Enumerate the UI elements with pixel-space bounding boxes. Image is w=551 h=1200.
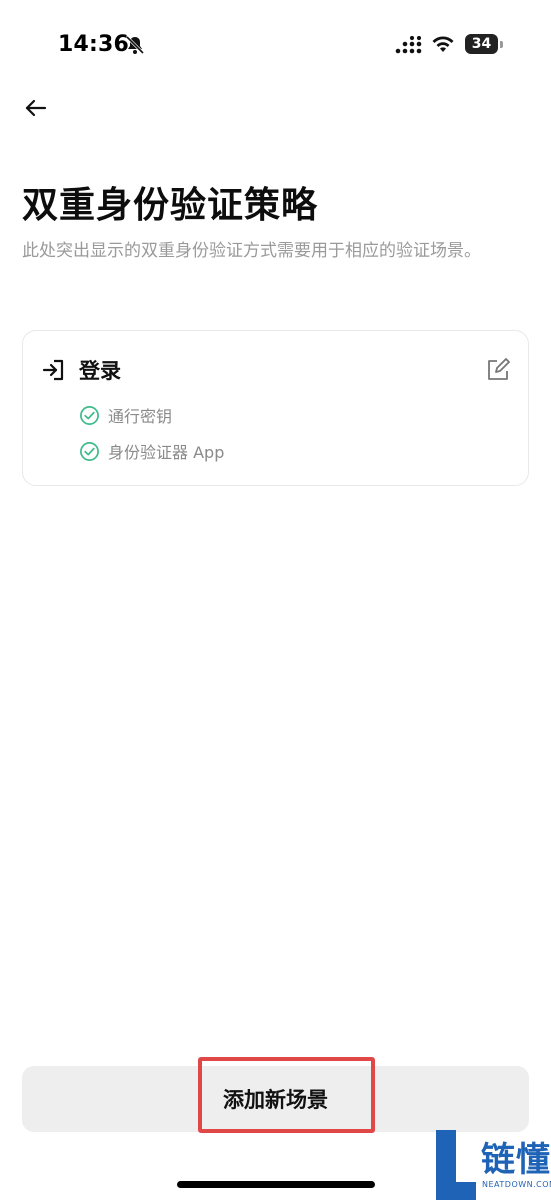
- check-circle-icon: [80, 441, 99, 461]
- page-title: 双重身份验证策略: [22, 185, 319, 226]
- bell-muted-icon: [125, 35, 145, 55]
- add-scenario-label: 添加新场景: [223, 1089, 328, 1112]
- scenario-card-login: 登录 通行密钥 身份验证器 App: [22, 330, 529, 486]
- method-item-passkey: 通行密钥: [79, 403, 172, 427]
- wifi-icon: [432, 36, 454, 52]
- status-time: 14:36: [58, 32, 130, 57]
- method-item-authenticator: 身份验证器 App: [79, 439, 224, 463]
- watermark-text: 链懂: [481, 1140, 551, 1180]
- arrow-left-icon: [25, 99, 47, 117]
- watermark-foot: [436, 1182, 476, 1200]
- scenario-title: 登录: [79, 359, 121, 383]
- back-button[interactable]: [20, 92, 52, 124]
- add-scenario-button[interactable]: 添加新场景: [22, 1066, 529, 1132]
- method-label: 身份验证器 App: [108, 443, 225, 462]
- signal-icon: [395, 36, 422, 54]
- screen: 14:36 34 双重身份验证策略 此处突出显示的双重身份验证方式需要用于相应的…: [0, 0, 551, 1200]
- edit-icon[interactable]: [485, 357, 511, 383]
- watermark-logo: 链懂 NEATDOWN.COM: [436, 1130, 551, 1200]
- sign-in-icon: [42, 359, 64, 381]
- home-indicator: [177, 1181, 375, 1188]
- check-circle-icon: [80, 405, 99, 425]
- page-description: 此处突出显示的双重身份验证方式需要用于相应的验证场景。: [22, 241, 481, 261]
- battery-icon: 34: [465, 34, 498, 54]
- watermark-subtext: NEATDOWN.COM: [482, 1180, 551, 1189]
- battery-tip: [500, 41, 503, 48]
- status-bar: 14:36 34: [0, 0, 551, 90]
- method-label: 通行密钥: [108, 407, 173, 426]
